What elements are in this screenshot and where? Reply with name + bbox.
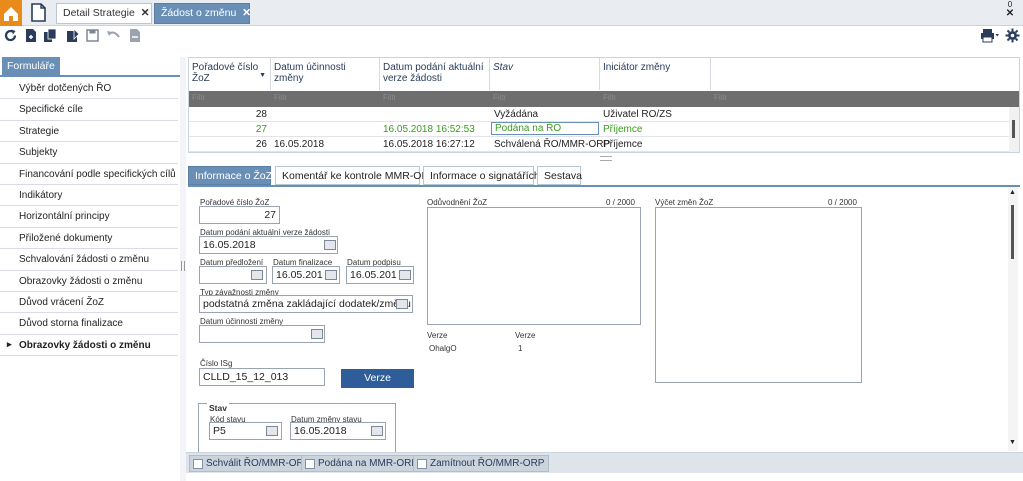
list-item[interactable]: Obrazovky žádosti o změnu (0, 271, 178, 292)
verze-value2: 1 (518, 344, 523, 353)
oduvodneni-label: Odůvodnění ŽoZ (427, 198, 488, 207)
document-icon[interactable] (26, 0, 50, 26)
save-icon[interactable] (85, 28, 100, 43)
verze-col1-label: Verze (427, 331, 448, 340)
tab-label: Žádost o změnu (161, 7, 237, 19)
action-bar: Schválit ŘO/MMR-ORP Podána na MMR-ORP Za… (186, 452, 1023, 473)
column-header[interactable]: Datum podání aktuální verze žádosti (380, 58, 490, 90)
vycet-label: Výčet změn ŽoZ (655, 198, 714, 207)
print-icon[interactable] (980, 28, 1000, 43)
calendar-icon[interactable] (311, 329, 323, 339)
formulare-tab[interactable]: Formuláře (2, 57, 60, 76)
filter-input[interactable]: Filtr (490, 93, 506, 105)
top-tab-bar: Detail Strategie ✕ Žádost o změnu ✕ 0 ✕ (0, 0, 1023, 26)
calendar-icon[interactable] (371, 426, 383, 436)
settings-icon[interactable] (1005, 28, 1020, 43)
table-row[interactable]: 28 Vyžádána Uživatel RO/ZS (189, 107, 1009, 122)
dropdown-icon[interactable] (396, 299, 408, 309)
toolbar (0, 26, 1023, 48)
formulare-header: Formuláře (0, 57, 184, 77)
verze-col2-label: Verze (515, 331, 536, 340)
column-header[interactable]: Iniciátor změny (600, 58, 711, 90)
poradove-field[interactable]: 27 (199, 206, 280, 224)
oduvodneni-textarea[interactable] (427, 207, 641, 325)
new-icon[interactable] (23, 28, 38, 43)
list-item[interactable]: Přiložené dokumenty (0, 228, 178, 250)
edit-icon[interactable] (65, 28, 80, 43)
list-item[interactable]: Strategie (0, 121, 178, 143)
table-row-selected[interactable]: 27 16.05.2018 16:52:53 Podána na ŘO Příj… (189, 122, 1009, 137)
grid-scrollbar[interactable] (1009, 107, 1019, 152)
tab-sestava[interactable]: Sestava (537, 166, 582, 185)
form-list: Výběr dotčených ŘO Specifické cíle Strat… (0, 78, 178, 357)
table-row[interactable]: 26 16.05.2018 16.05.2018 16:27:12 Schvál… (189, 137, 1009, 152)
calendar-icon[interactable] (324, 240, 336, 250)
verze-button[interactable]: Verze (341, 369, 414, 388)
column-header[interactable]: Stav (490, 58, 600, 90)
detail-scrollbar[interactable]: ▲ ▼ (1008, 187, 1018, 451)
list-item[interactable]: Důvod storna finalizace (0, 313, 178, 335)
edit-icon (193, 459, 203, 469)
list-item[interactable]: Financování podle specifických cílů (0, 164, 178, 185)
oduvodneni-counter: 0 / 2000 (606, 198, 635, 207)
tab-zadost-o-zmenu[interactable]: Žádost o změnu ✕ (154, 3, 251, 24)
calendar-icon[interactable] (325, 270, 337, 280)
close-window-button[interactable]: ✕ (1001, 9, 1019, 19)
verze-value1: OhalgO (429, 344, 457, 353)
list-item[interactable]: Schvalování žádosti o změnu (0, 249, 178, 271)
tab-detail-strategie[interactable]: Detail Strategie ✕ (56, 3, 152, 24)
edit-icon (305, 459, 315, 469)
list-item[interactable]: Výběr dotčených ŘO (0, 78, 178, 100)
vycet-counter: 0 / 2000 (828, 198, 857, 207)
dropdown-icon[interactable] (266, 426, 278, 436)
podana-button[interactable]: Podána na MMR-ORP (301, 455, 424, 472)
sort-icon: ▼ (259, 72, 266, 79)
filter-row: Filtr Filtr Filtr Filtr Filtr Filtr (189, 91, 1019, 107)
tab-signatari[interactable]: Informace o signatářích (423, 166, 540, 185)
close-icon[interactable]: ✕ (141, 7, 150, 19)
undo-icon[interactable] (106, 28, 121, 43)
list-item[interactable]: Specifické cíle (0, 99, 178, 121)
calendar-icon[interactable] (399, 270, 411, 280)
filter-input[interactable]: Filtr (600, 93, 616, 105)
list-item[interactable]: Horizontální principy (0, 206, 178, 228)
edit-icon (417, 459, 427, 469)
vycet-textarea[interactable] (655, 207, 862, 383)
home-icon[interactable] (0, 0, 22, 26)
typ-select[interactable]: podstatná změna zakládající dodatek/změn… (199, 295, 413, 313)
schvalit-button[interactable]: Schválit ŘO/MMR-ORP (189, 455, 316, 472)
refresh-icon[interactable] (3, 28, 18, 43)
close-icon[interactable]: ✕ (242, 7, 251, 19)
podani-field[interactable]: 16.05.2018 (199, 236, 338, 254)
stav-group: Stav Kód stavu P5 Datum změny stavu 16.0… (198, 403, 396, 455)
ucinnost-field[interactable] (199, 325, 325, 343)
filter-input[interactable]: Filtr (189, 93, 205, 105)
tab-komentar[interactable]: Komentář ke kontrole MMR-ORP (275, 166, 436, 185)
zamitnout-button[interactable]: Zamítnout ŘO/MMR-ORP (413, 455, 550, 472)
tab-label: Detail Strategie (63, 7, 135, 19)
vertical-splitter[interactable] (180, 57, 186, 481)
stav-legend: Stav (207, 403, 229, 413)
detail-panel: Pořadové číslo ŽoZ 27 Datum podání aktuá… (188, 185, 1020, 455)
tab-informace-o-zoz[interactable]: Informace o ŽoZ (188, 166, 272, 185)
list-item[interactable]: Subjekty (0, 142, 178, 164)
delete-icon[interactable] (127, 28, 142, 43)
window-controls: 0 ✕ (1001, 0, 1019, 20)
cislo-field[interactable]: CLLD_15_12_013 (199, 368, 325, 386)
column-header[interactable]: Pořadové číslo ŽoZ ▼ (189, 58, 271, 90)
cislo-label: Číslo ISg (200, 359, 233, 368)
filter-input[interactable]: Filtr (711, 93, 727, 105)
calendar-icon[interactable] (251, 270, 263, 280)
horizontal-splitter[interactable] (600, 156, 612, 161)
filter-input[interactable]: Filtr (271, 93, 287, 105)
column-header[interactable]: Datum účinnosti změny (271, 58, 380, 90)
list-item-active[interactable]: Obrazovky žádosti o změnu (0, 335, 178, 357)
filter-input[interactable]: Filtr (380, 93, 396, 105)
list-item[interactable]: Indikátory (0, 185, 178, 207)
zoz-grid: Pořadové číslo ŽoZ ▼ Datum účinnosti změn… (188, 57, 1020, 153)
list-item[interactable]: Důvod vrácení ŽoZ (0, 292, 178, 314)
copy-icon[interactable] (43, 28, 58, 43)
